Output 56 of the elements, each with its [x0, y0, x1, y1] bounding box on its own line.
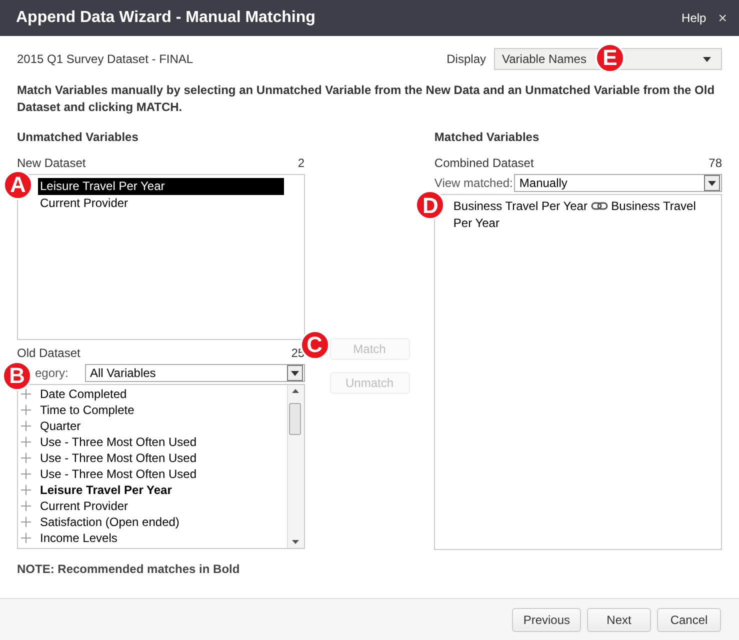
window-title: Append Data Wizard - Manual Matching: [16, 9, 316, 27]
dataset-label: Combined Dataset: [434, 156, 534, 170]
close-button[interactable]: ×: [718, 10, 727, 26]
scrollbar[interactable]: [286, 385, 304, 548]
dropdown-arrow-icon: [703, 56, 711, 62]
scroll-thumb[interactable]: [288, 403, 301, 435]
scroll-down-icon[interactable]: [292, 540, 299, 544]
view-matched-dropdown[interactable]: Manually: [514, 174, 722, 192]
callout-badge: D: [415, 190, 446, 220]
expand-icon[interactable]: [20, 452, 32, 464]
list-item[interactable]: Date Completed: [40, 386, 127, 402]
list-item[interactable]: Leisure Travel Per Year: [38, 178, 284, 195]
dropdown-arrow-icon: [290, 370, 299, 376]
link-icon: [590, 202, 608, 210]
dropdown-arrow-icon: [708, 180, 716, 186]
callout-badge: E: [595, 43, 625, 73]
list-item[interactable]: Current Provider: [38, 195, 284, 212]
list-item[interactable]: Satisfaction (Open ended): [40, 514, 180, 530]
expand-icon[interactable]: [20, 388, 32, 400]
expand-icon[interactable]: [20, 484, 32, 496]
list-item[interactable]: Use - Three Most Often Used: [40, 450, 197, 466]
view-matched-label: View matched:: [434, 176, 514, 190]
list-item[interactable]: Use - Three Most Often Used: [40, 434, 197, 450]
expand-icon[interactable]: [20, 468, 32, 480]
dataset-label: New Dataset: [17, 156, 86, 170]
display-label: Display: [446, 52, 486, 66]
list-item[interactable]: Business Travel Per Year Business Travel Per Year: [453, 198, 703, 232]
expand-icon[interactable]: [20, 420, 32, 432]
scroll-up-icon[interactable]: [292, 389, 299, 393]
expand-icon[interactable]: [20, 532, 32, 544]
count-label: 78: [708, 156, 722, 170]
expand-icon[interactable]: [20, 500, 32, 512]
expand-icon[interactable]: [20, 516, 32, 528]
list-item[interactable]: Leisure Travel Per Year: [40, 482, 172, 498]
callout-badge: B: [2, 361, 32, 391]
dataset-name: 2015 Q1 Survey Dataset - FINAL: [17, 52, 194, 66]
list-item[interactable]: Use - Three Most Often Used: [40, 466, 197, 482]
expand-icon[interactable]: [20, 436, 32, 448]
section-heading: Unmatched Variables: [17, 130, 140, 144]
help-link[interactable]: Help: [682, 11, 706, 25]
list-item[interactable]: Quarter: [40, 418, 81, 434]
callout-badge: A: [3, 170, 33, 200]
footer-button[interactable]: Next: [587, 608, 651, 632]
category-dropdown[interactable]: All Variables: [85, 364, 305, 382]
footer-button[interactable]: Previous: [512, 608, 581, 632]
expand-icon[interactable]: [20, 404, 32, 416]
list-item[interactable]: Current Provider: [40, 498, 128, 514]
section-heading: Matched Variables: [434, 130, 540, 144]
instructions-text: Match Variables manually by selecting an Unmatched Variable from the New Data and an Unmatched Variable from the Old Dataset and clicking MATCH.: [17, 82, 716, 116]
footer-button[interactable]: Cancel: [657, 608, 721, 632]
note-text: NOTE: Recommended matches in Bold: [17, 562, 241, 576]
category-label: egory:: [34, 366, 70, 380]
dataset-label: Old Dataset: [17, 346, 80, 360]
list-item[interactable]: Income Levels: [40, 530, 118, 546]
list-item[interactable]: Time to Complete: [40, 402, 134, 418]
count-label: 2: [298, 156, 305, 170]
